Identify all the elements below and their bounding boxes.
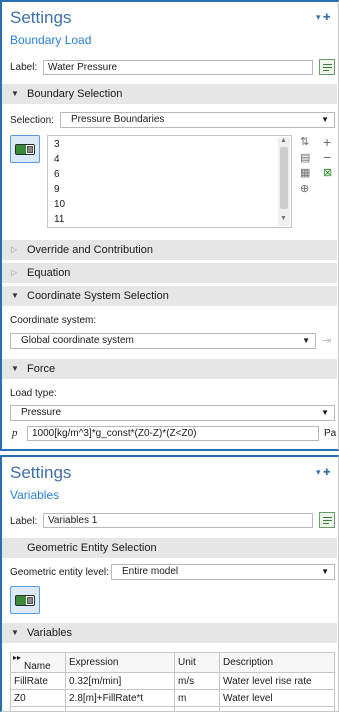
label-field[interactable]: Variables 1 (43, 513, 313, 528)
section-coordinate-system[interactable]: ▼ Coordinate System Selection (2, 286, 337, 306)
copy-icon[interactable]: ▤ (300, 151, 310, 164)
toggle-icon (15, 144, 35, 155)
settings-title: Settings (10, 463, 72, 482)
list-item[interactable]: 10 (54, 199, 65, 210)
table-cell[interactable]: Water level (219, 689, 335, 707)
section-override-contribution[interactable]: ▷ Override and Contribution (2, 240, 337, 260)
chevron-down-icon: ▼ (302, 336, 310, 345)
scrollbar-thumb[interactable] (280, 147, 288, 209)
node-label-icon[interactable] (319, 59, 335, 75)
activate-selection-toggle[interactable] (10, 586, 40, 614)
label-caption: Label: (10, 62, 38, 73)
section-geometric-entity-selection[interactable]: Geometric Entity Selection (2, 538, 337, 558)
table-cell[interactable]: m/s (174, 672, 220, 690)
toggle-icon (15, 595, 35, 606)
collapsed-arrow-icon: ▷ (11, 268, 18, 277)
table-cell[interactable]: m (174, 689, 220, 707)
chevron-down-icon: ▼ (321, 408, 329, 417)
coordinate-system-combobox[interactable]: Global coordinate system ▼ (10, 333, 316, 349)
expanded-arrow-icon: ▼ (11, 628, 19, 637)
selection-combobox[interactable]: Pressure Boundaries ▼ (60, 112, 335, 128)
column-header-name[interactable]: ▸▸ Name (10, 652, 66, 673)
section-force[interactable]: ▼ Force (2, 359, 337, 379)
list-item[interactable]: 11 (54, 214, 64, 225)
variables-table[interactable]: ▸▸ Name Expression Unit Description Fill… (10, 652, 335, 712)
expanded-arrow-icon: ▼ (11, 291, 19, 300)
plus-icon[interactable]: + (323, 134, 331, 150)
go-to-source-icon[interactable]: ⇥ (322, 334, 331, 347)
expanded-arrow-icon: ▼ (11, 364, 19, 373)
list-item[interactable]: 4 (54, 154, 60, 165)
pressure-expression-field[interactable]: 1000[kg/m^3]*g_const*(Z0-Z)*(Z<Z0) (27, 426, 319, 441)
node-subtitle: Boundary Load (10, 33, 92, 47)
coordinate-system-caption: Coordinate system: (10, 315, 97, 326)
column-header-description[interactable]: Description (219, 652, 335, 673)
table-row-empty[interactable] (10, 706, 335, 712)
node-subtitle: Variables (10, 488, 60, 502)
list-item[interactable]: 3 (54, 139, 60, 150)
create-selection-icon[interactable]: ⊕ (300, 182, 309, 195)
selection-caption: Selection: (10, 115, 54, 126)
variables-settings-panel: Settings Variables ▾ ✚ Label: Variables … (0, 455, 339, 712)
node-label-icon[interactable] (319, 512, 335, 528)
table-row[interactable]: Z0 2.8[m]+FillRate*t m Water level (10, 689, 335, 707)
activate-selection-toggle[interactable] (10, 135, 40, 163)
label-caption: Label: (10, 516, 38, 527)
pin-icon[interactable]: ▾ ✚ (316, 12, 331, 23)
load-type-combobox[interactable]: Pressure ▼ (10, 405, 335, 421)
zoom-selected-icon[interactable]: ⊠ (323, 166, 332, 179)
minus-icon[interactable]: − (323, 149, 331, 165)
table-cell[interactable]: 2.8[m]+FillRate*t (65, 689, 175, 707)
load-type-caption: Load type: (10, 388, 57, 399)
list-item[interactable]: 6 (54, 169, 60, 180)
expanded-arrow-icon: ▼ (11, 89, 19, 98)
geometric-entity-level-caption: Geometric entity level: (10, 567, 109, 578)
chevron-down-icon: ▼ (321, 567, 329, 576)
settings-title: Settings (10, 8, 72, 27)
column-header-unit[interactable]: Unit (174, 652, 220, 673)
paste-icon[interactable]: ⇅ (300, 135, 309, 148)
section-boundary-selection[interactable]: ▼ Boundary Selection (2, 84, 337, 104)
geometric-entity-level-combobox[interactable]: Entire model ▼ (111, 564, 335, 580)
section-equation[interactable]: ▷ Equation (2, 263, 337, 283)
table-cell[interactable]: Z0 (10, 689, 66, 707)
pressure-symbol: p (12, 427, 18, 439)
pressure-unit: Pa (324, 428, 337, 439)
table-cell[interactable]: FillRate (10, 672, 66, 690)
boundary-list[interactable]: 3 4 6 9 10 11 ▲ ▼ (47, 135, 292, 228)
label-field[interactable]: Water Pressure (43, 60, 313, 75)
table-header-row: ▸▸ Name Expression Unit Description (10, 652, 335, 673)
chevron-down-icon: ▼ (321, 115, 329, 124)
pin-icon[interactable]: ▾ ✚ (316, 467, 331, 478)
table-row[interactable]: FillRate 0.32[m/min] m/s Water level ris… (10, 672, 335, 690)
column-header-expression[interactable]: Expression (65, 652, 175, 673)
list-scrollbar[interactable]: ▲ ▼ (278, 137, 290, 226)
collapsed-arrow-icon: ▷ (11, 245, 18, 254)
clear-selection-icon[interactable]: ▦ (300, 166, 310, 179)
sort-icon: ▸▸ (13, 653, 22, 662)
section-variables[interactable]: ▼ Variables (2, 623, 337, 643)
boundary-load-settings-panel: Settings Boundary Load ▾ ✚ Label: Water … (0, 0, 339, 451)
list-item[interactable]: 9 (54, 184, 60, 195)
table-cell[interactable]: Water level rise rate (219, 672, 335, 690)
table-cell[interactable]: 0.32[m/min] (65, 672, 175, 690)
